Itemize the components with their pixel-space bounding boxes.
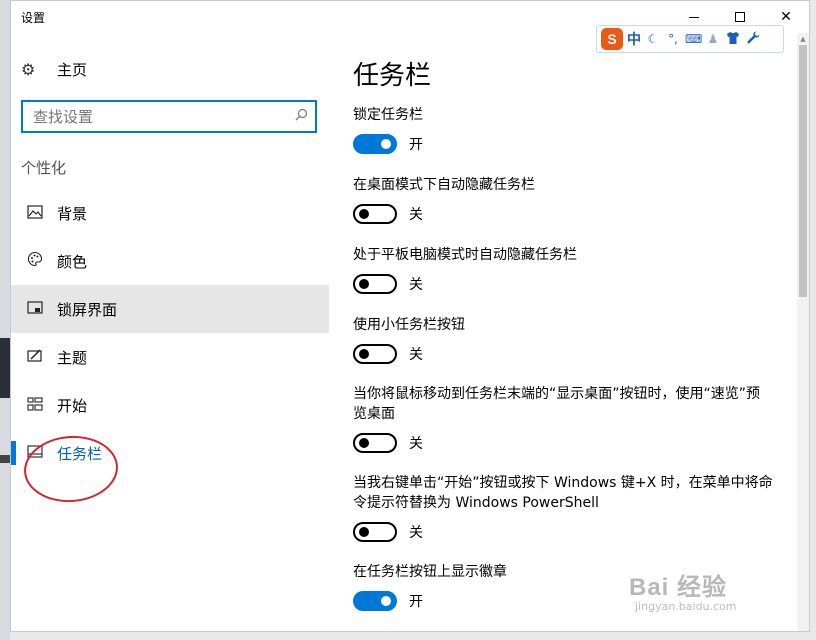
toggle-knob (359, 349, 369, 359)
setting-small-buttons: 使用小任务栏按钮 关 (353, 315, 773, 364)
sidebar-item-colors[interactable]: 颜色 (11, 237, 329, 285)
toggle-state-label: 关 (409, 277, 423, 293)
setting-peek-preview: 当你将鼠标移动到任务栏末端的“显示桌面”按钮时，使用“速览”预览桌面 关 (353, 384, 773, 453)
page-title: 任务栏 (353, 61, 432, 91)
sidebar-item-start[interactable]: 开始 (11, 381, 329, 429)
setting-powershell: 当我右键单击“开始”按钮或按下 Windows 键+X 时，在菜单中将命令提示符… (353, 473, 773, 542)
setting-label: 当你将鼠标移动到任务栏末端的“显示桌面”按钮时，使用“速览”预览桌面 (353, 386, 761, 422)
toggle-state-label: 关 (409, 525, 423, 541)
sidebar-home[interactable]: ⚙ 主页 (21, 57, 87, 81)
vertical-scrollbar[interactable]: ▲ (797, 33, 809, 631)
background-desktop-strip (0, 0, 10, 640)
minimize-icon (689, 16, 699, 18)
close-icon: ✕ (780, 9, 792, 25)
search-icon[interactable] (287, 108, 315, 125)
sidebar-item-themes[interactable]: 主题 (11, 333, 329, 381)
setting-label: 在桌面模式下自动隐藏任务栏 (353, 177, 535, 193)
punctuation-icon[interactable]: °, (665, 32, 681, 46)
setting-autohide-tablet: 处于平板电脑模式时自动隐藏任务栏 关 (353, 245, 773, 294)
search-input[interactable] (23, 102, 287, 131)
toggle-lock-taskbar[interactable] (353, 134, 397, 154)
toggle-show-badges[interactable] (353, 591, 397, 611)
toggle-knob (359, 527, 369, 537)
sogou-logo-icon[interactable]: S (601, 28, 623, 50)
selection-indicator (11, 441, 16, 465)
setting-label: 处于平板电脑模式时自动隐藏任务栏 (353, 247, 577, 263)
toggle-autohide-tablet[interactable] (353, 274, 397, 294)
watermark-url: jingyan.baidu.com (635, 600, 737, 613)
gear-icon: ⚙ (21, 59, 36, 79)
watermark-text: Bai 经验 (629, 574, 728, 601)
toggle-state-label: 开 (409, 594, 423, 610)
setting-label: 使用小任务栏按钮 (353, 317, 465, 333)
lock-screen-icon (23, 300, 47, 319)
toggle-powershell[interactable] (353, 522, 397, 542)
settings-window: 设置 ✕ ⚙ 主页 个性化 背景 颜色 (10, 0, 810, 632)
sidebar-item-label: 颜色 (57, 252, 88, 271)
skin-icon[interactable] (725, 31, 741, 47)
maximize-icon (735, 12, 745, 22)
sidebar-item-background[interactable]: 背景 (11, 189, 329, 237)
toggle-state-label: 关 (409, 347, 423, 363)
home-label: 主页 (57, 60, 88, 79)
toggle-knob (381, 596, 391, 606)
start-icon (23, 396, 47, 415)
setting-label: 当我右键单击“开始”按钮或按下 Windows 键+X 时，在菜单中将命令提示符… (353, 475, 773, 511)
moon-icon[interactable]: ☾ (645, 32, 661, 46)
group-heading-personalization: 个性化 (21, 159, 67, 177)
toggle-knob (381, 139, 391, 149)
toggle-small-buttons[interactable] (353, 344, 397, 364)
main-content: 任务栏 锁定任务栏 开 在桌面模式下自动隐藏任务栏 关 处于平板电脑模式时自动隐… (353, 33, 773, 631)
picture-icon (23, 204, 47, 223)
toggle-state-label: 关 (409, 207, 423, 223)
scrollbar-thumb[interactable] (799, 45, 807, 297)
search-box[interactable] (21, 100, 317, 133)
toggle-state-label: 关 (409, 436, 423, 452)
toggle-state-label: 开 (409, 137, 423, 153)
baidu-watermark: Bai 经验 jingyan.baidu.com (625, 567, 785, 617)
toggle-knob (359, 279, 369, 289)
toggle-knob (359, 438, 369, 448)
sidebar-item-label: 背景 (57, 204, 88, 223)
scroll-up-arrow-icon[interactable]: ▲ (797, 33, 809, 45)
window-title: 设置 (21, 11, 46, 25)
sidebar-item-label: 开始 (57, 396, 88, 415)
sidebar: ⚙ 主页 个性化 背景 颜色 锁屏界面 (11, 33, 329, 631)
theme-icon (23, 348, 47, 367)
sidebar-item-label: 锁屏界面 (57, 300, 118, 319)
keyboard-icon[interactable]: ⌨ (685, 32, 702, 46)
sidebar-item-lock-screen[interactable]: 锁屏界面 (11, 285, 329, 333)
toggle-knob (359, 209, 369, 219)
ime-mode-toggle[interactable]: 中 (627, 29, 641, 49)
ime-toolbar: S 中 ☾ °, ⌨ ♟ (596, 25, 784, 53)
user-icon[interactable]: ♟ (705, 32, 721, 46)
setting-lock-taskbar: 锁定任务栏 开 (353, 105, 773, 154)
palette-icon (23, 251, 47, 271)
toggle-autohide-desktop[interactable] (353, 204, 397, 224)
wrench-icon[interactable] (745, 31, 761, 47)
setting-label: 锁定任务栏 (353, 107, 423, 123)
background-dark-patch (0, 338, 10, 398)
sidebar-item-label: 主题 (57, 348, 88, 367)
background-dark-patch-2 (0, 455, 10, 463)
toggle-peek-preview[interactable] (353, 433, 397, 453)
setting-autohide-desktop: 在桌面模式下自动隐藏任务栏 关 (353, 175, 773, 224)
